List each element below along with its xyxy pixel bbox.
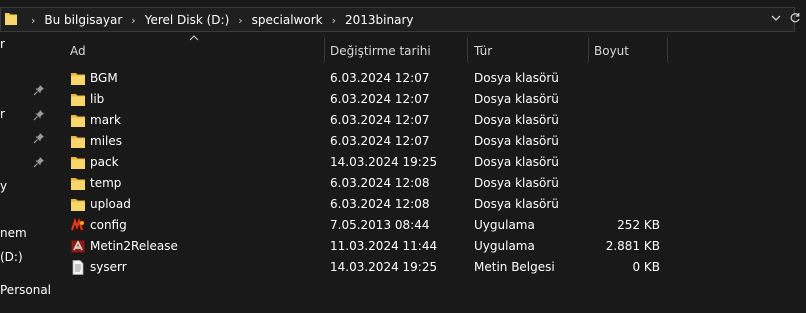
column-divider[interactable]: [667, 38, 668, 62]
folder-icon: [70, 92, 86, 107]
file-name: syserr: [90, 260, 127, 274]
folder-icon: [70, 113, 86, 128]
nav-item-fragment[interactable]: r: [0, 107, 5, 121]
file-type: Dosya klasörü: [474, 92, 559, 106]
file-name: miles: [90, 134, 122, 148]
file-type: Metin Belgesi: [474, 260, 555, 274]
file-name: temp: [90, 176, 122, 190]
breadcrumb-separator[interactable]: ›: [31, 14, 35, 27]
breadcrumb-separator[interactable]: ›: [238, 14, 242, 27]
breadcrumb-local-disk[interactable]: Yerel Disk (D:): [145, 13, 230, 27]
file-type: Dosya klasörü: [474, 176, 559, 190]
file-row-miles[interactable]: miles 6.03.2024 12:07 Dosya klasörü: [53, 131, 806, 152]
folder-icon: [70, 71, 86, 86]
file-date: 14.03.2024 19:25: [330, 260, 438, 274]
sort-ascending-icon: [189, 34, 199, 45]
file-date: 6.03.2024 12:07: [330, 134, 430, 148]
file-name: pack: [90, 155, 119, 169]
file-row-bgm[interactable]: BGM 6.03.2024 12:07 Dosya klasörü: [53, 68, 806, 89]
navigation-pane: r r y nem (D:) Personal: [0, 37, 53, 313]
file-size: 0 KB: [632, 260, 660, 274]
pin-icon: [33, 156, 45, 168]
column-divider[interactable]: [467, 38, 468, 62]
chevron-down-icon[interactable]: [769, 12, 783, 27]
column-date-modified[interactable]: Değiştirme tarihi: [330, 44, 431, 58]
breadcrumb-2013binary[interactable]: 2013binary: [345, 13, 413, 27]
file-type: Dosya klasörü: [474, 197, 559, 211]
file-name: upload: [90, 197, 131, 211]
column-name[interactable]: Ad: [70, 44, 86, 58]
folder-icon: [4, 10, 18, 29]
file-date: 6.03.2024 12:07: [330, 71, 430, 85]
pin-icon: [33, 132, 45, 144]
file-row-syserr[interactable]: syserr 14.03.2024 19:25 Metin Belgesi 0 …: [53, 257, 806, 278]
folder-icon: [70, 197, 86, 212]
column-type[interactable]: Tür: [474, 44, 492, 58]
breadcrumb-separator[interactable]: ›: [131, 14, 135, 27]
address-bar-area: › Bu bilgisayar › Yerel Disk (D:) › spec…: [0, 0, 806, 38]
file-row-pack[interactable]: pack 14.03.2024 19:25 Dosya klasörü: [53, 152, 806, 173]
file-date: 6.03.2024 12:08: [330, 176, 430, 190]
file-date: 11.03.2024 11:44: [330, 239, 438, 253]
breadcrumb-separator[interactable]: ›: [332, 14, 336, 27]
file-type: Uygulama: [474, 218, 535, 232]
column-header: Ad Değiştirme tarihi Tür Boyut: [53, 35, 806, 64]
nav-item-local-disk[interactable]: (D:): [0, 250, 23, 264]
nav-item-fragment[interactable]: r: [0, 37, 5, 51]
file-date: 6.03.2024 12:07: [330, 113, 430, 127]
file-name: Metin2Release: [90, 239, 178, 253]
file-row-metin2release[interactable]: Metin2Release 11.03.2024 11:44 Uygulama …: [53, 236, 806, 257]
metin2-app-icon: [70, 239, 86, 254]
file-type: Dosya klasörü: [474, 71, 559, 85]
nav-item-personal[interactable]: Personal: [0, 283, 51, 297]
file-name: lib: [90, 92, 105, 106]
pin-icon: [33, 84, 45, 96]
file-row-temp[interactable]: temp 6.03.2024 12:08 Dosya klasörü: [53, 173, 806, 194]
file-type: Dosya klasörü: [474, 113, 559, 127]
text-document-icon: [70, 260, 86, 275]
breadcrumb-this-pc[interactable]: Bu bilgisayar: [44, 13, 122, 27]
file-type: Uygulama: [474, 239, 535, 253]
folder-icon: [70, 176, 86, 191]
file-date: 6.03.2024 12:07: [330, 92, 430, 106]
pin-icon: [33, 109, 45, 121]
file-date: 6.03.2024 12:08: [330, 197, 430, 211]
folder-icon: [70, 134, 86, 149]
file-row-lib[interactable]: lib 6.03.2024 12:07 Dosya klasörü: [53, 89, 806, 110]
column-divider[interactable]: [324, 38, 325, 62]
file-row-upload[interactable]: upload 6.03.2024 12:08 Dosya klasörü: [53, 194, 806, 215]
nav-item-fragment[interactable]: y: [0, 179, 7, 193]
file-name: mark: [90, 113, 121, 127]
column-size[interactable]: Boyut: [594, 44, 629, 58]
file-size: 2.881 KB: [605, 239, 660, 253]
breadcrumb: › Bu bilgisayar › Yerel Disk (D:) › spec…: [22, 11, 413, 29]
file-row-mark[interactable]: mark 6.03.2024 12:07 Dosya klasörü: [53, 110, 806, 131]
nav-item-fragment[interactable]: nem: [0, 226, 27, 240]
file-size: 252 KB: [617, 218, 660, 232]
file-date: 14.03.2024 19:25: [330, 155, 438, 169]
file-row-config[interactable]: config 7.05.2013 08:44 Uygulama 252 KB: [53, 215, 806, 236]
file-name: BGM: [90, 71, 118, 85]
file-name: config: [90, 218, 127, 232]
config-app-icon: [70, 217, 86, 233]
file-date: 7.05.2013 08:44: [330, 218, 430, 232]
file-type: Dosya klasörü: [474, 155, 559, 169]
breadcrumb-specialwork[interactable]: specialwork: [252, 13, 323, 27]
refresh-icon[interactable]: [788, 12, 802, 27]
folder-icon: [70, 155, 86, 170]
file-type: Dosya klasörü: [474, 134, 559, 148]
column-divider[interactable]: [588, 38, 589, 62]
